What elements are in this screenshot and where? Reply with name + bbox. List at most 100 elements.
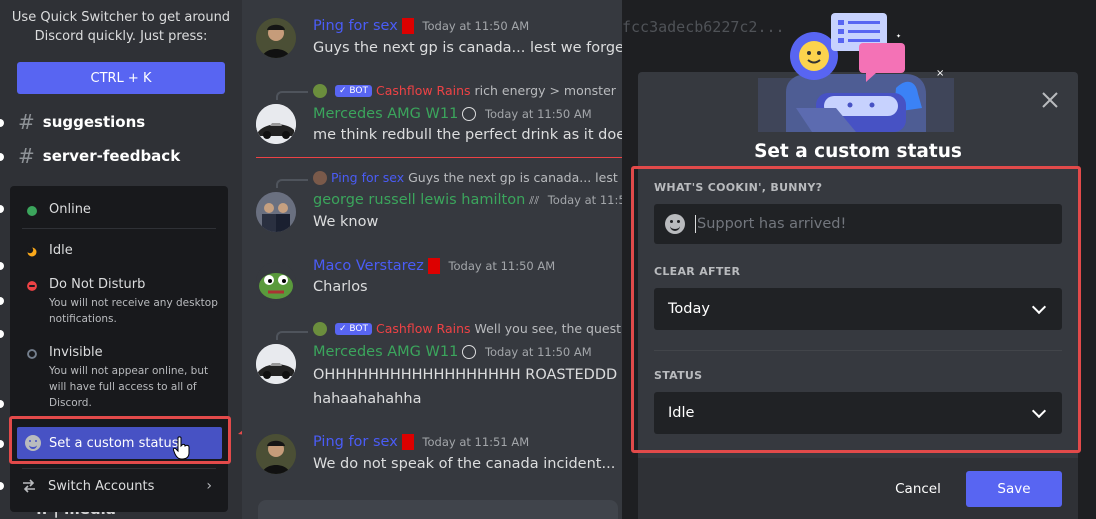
chevron-down-icon bbox=[1031, 403, 1047, 419]
quick-switcher-button[interactable]: CTRL + K bbox=[17, 62, 225, 94]
timestamp: Today at 11:50 AM bbox=[547, 193, 622, 207]
reply-preview[interactable]: ✓ BOT Cashflow Rains rich energy > monst… bbox=[313, 83, 616, 98]
reply-connector bbox=[276, 91, 308, 100]
timestamp: Today at 11:50 AM bbox=[484, 345, 592, 359]
message-text: We know bbox=[313, 214, 379, 230]
divider bbox=[654, 350, 1062, 351]
status-input-label: WHAT'S COOKIN', BUNNY? bbox=[654, 181, 823, 194]
avatar[interactable] bbox=[256, 434, 296, 474]
message-author[interactable]: Maco Verstarez Today at 11:50 AM bbox=[313, 258, 555, 274]
unread-indicator bbox=[0, 440, 4, 448]
message-author[interactable]: Mercedes AMG W11 Today at 11:50 AM bbox=[313, 106, 592, 122]
divider bbox=[22, 468, 216, 469]
idle-moon-icon bbox=[27, 247, 37, 257]
cancel-button[interactable]: Cancel bbox=[888, 471, 948, 507]
message-author[interactable]: george russell lewis hamilton ⫽⫽ Today at… bbox=[313, 192, 622, 208]
hash-icon: # bbox=[18, 110, 35, 134]
switch-accounts-icon bbox=[23, 479, 35, 493]
channel-suggestions[interactable]: # suggestions bbox=[18, 110, 145, 134]
unread-indicator bbox=[0, 205, 4, 213]
unread-indicator bbox=[0, 153, 4, 161]
smiley-icon bbox=[25, 435, 41, 451]
timestamp: Today at 11:50 AM bbox=[448, 259, 556, 273]
message-author[interactable]: Ping for sex Today at 11:50 AM bbox=[313, 18, 529, 34]
new-messages-divider bbox=[256, 157, 622, 158]
timestamp: Today at 11:50 AM bbox=[422, 19, 530, 33]
message-text: We do not speak of the canada incident..… bbox=[313, 456, 616, 472]
message-text: me think redbull the perfect drink as it… bbox=[313, 127, 622, 143]
svg-text:×: × bbox=[936, 68, 944, 79]
chevron-down-icon bbox=[1031, 299, 1047, 315]
hash-icon: # bbox=[18, 144, 35, 168]
status-select[interactable]: Idle bbox=[654, 392, 1062, 434]
message-text: Charlos bbox=[313, 279, 368, 295]
chat-area: Ping for sex Today at 11:50 AM Guys the … bbox=[242, 0, 622, 519]
channel-name: server-feedback bbox=[42, 147, 181, 165]
role-badge-icon bbox=[401, 18, 414, 34]
mercedes-icon bbox=[462, 345, 477, 359]
avatar[interactable] bbox=[256, 344, 296, 384]
custom-status-illustration: × ✦ bbox=[758, 13, 954, 132]
message-text: Guys the next gp is canada... lest we fo… bbox=[313, 40, 622, 56]
clear-after-select[interactable]: Today bbox=[654, 288, 1062, 330]
unread-indicator bbox=[0, 262, 4, 270]
button-label: Set a custom status bbox=[49, 435, 179, 451]
online-status-icon bbox=[27, 206, 37, 216]
emoji-picker-icon[interactable] bbox=[665, 214, 685, 234]
message-author[interactable]: Ping for sex Today at 11:51 AM bbox=[313, 434, 529, 450]
avatar[interactable] bbox=[256, 104, 296, 144]
channel-name: suggestions bbox=[42, 113, 146, 131]
switch-accounts-item[interactable]: Switch Accounts › bbox=[22, 476, 212, 496]
message-author[interactable]: Mercedes AMG W11 Today at 11:50 AM bbox=[313, 344, 592, 360]
modal-title: Set a custom status bbox=[754, 141, 962, 162]
hand-cursor-icon bbox=[173, 436, 190, 460]
mercedes-icon bbox=[462, 107, 477, 121]
reply-connector bbox=[276, 179, 308, 188]
unread-indicator bbox=[0, 297, 4, 305]
status-select-label: STATUS bbox=[654, 369, 703, 382]
status-description: You will not appear online, but will hav… bbox=[49, 365, 209, 409]
chevron-right-icon: › bbox=[206, 478, 212, 494]
message-text: OHHHHHHHHHHHHHHHHHH ROASTEDDD bbox=[313, 367, 618, 383]
select-value: Idle bbox=[668, 405, 695, 421]
invisible-icon bbox=[27, 349, 37, 359]
quick-switcher-hint: Use Quick Switcher to get around Discord… bbox=[11, 10, 231, 44]
channel-server-feedback[interactable]: # server-feedback bbox=[18, 144, 180, 168]
svg-text:✦: ✦ bbox=[896, 33, 901, 40]
status-text-input[interactable] bbox=[697, 216, 1062, 232]
select-value: Today bbox=[668, 301, 710, 317]
switch-accounts-label: Switch Accounts bbox=[48, 478, 155, 494]
text-caret bbox=[695, 215, 696, 233]
mini-avatar bbox=[313, 321, 327, 336]
reply-preview[interactable]: Ping for sex Guys the next gp is canada.… bbox=[313, 170, 622, 185]
mini-avatar bbox=[313, 170, 327, 185]
close-icon[interactable] bbox=[1040, 90, 1060, 110]
message-text: hahaahahahha bbox=[313, 391, 422, 407]
status-label: Do Not Disturb bbox=[49, 277, 146, 292]
avatar[interactable] bbox=[256, 262, 296, 302]
role-badge-icon bbox=[401, 434, 414, 450]
bot-badge: ✓ BOT bbox=[335, 84, 373, 97]
timestamp: Today at 11:50 AM bbox=[484, 107, 592, 121]
set-custom-status-button[interactable]: Set a custom status bbox=[17, 427, 222, 459]
bot-badge: ✓ BOT bbox=[335, 322, 373, 335]
divider bbox=[22, 228, 216, 229]
status-input-container[interactable] bbox=[654, 204, 1062, 244]
reply-connector bbox=[276, 331, 308, 340]
timestamp: Today at 11:51 AM bbox=[422, 435, 530, 449]
unread-indicator bbox=[0, 482, 4, 490]
unread-indicator bbox=[0, 119, 4, 127]
unread-indicator bbox=[0, 400, 4, 408]
status-label: Online bbox=[49, 202, 91, 217]
flag-icon: ⫽⫽ bbox=[529, 194, 540, 207]
status-label: Idle bbox=[49, 243, 73, 258]
reply-preview[interactable]: ✓ BOT Cashflow Rains Well you see, the q… bbox=[313, 321, 622, 336]
avatar[interactable] bbox=[256, 18, 296, 58]
message-input[interactable] bbox=[258, 500, 618, 519]
dnd-icon bbox=[27, 281, 37, 291]
avatar[interactable] bbox=[256, 192, 296, 232]
status-label: Invisible bbox=[49, 345, 103, 360]
clear-after-label: CLEAR AFTER bbox=[654, 265, 741, 278]
save-button[interactable]: Save bbox=[966, 471, 1062, 507]
status-description: You will not receive any desktop notific… bbox=[49, 297, 218, 325]
